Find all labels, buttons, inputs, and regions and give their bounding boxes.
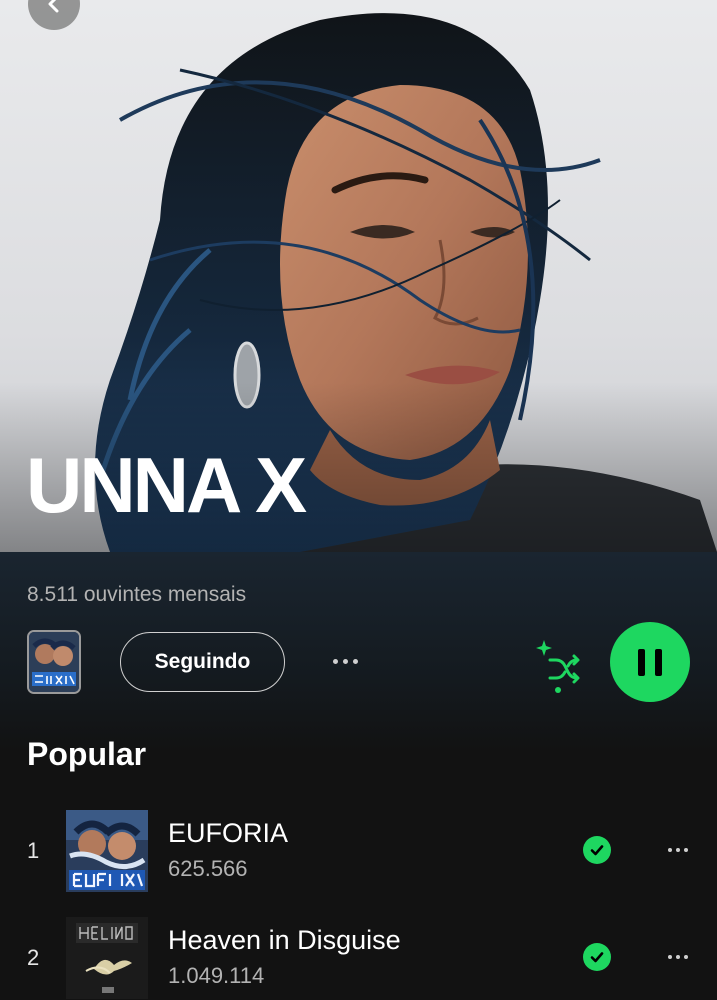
track-cover bbox=[66, 810, 148, 892]
pause-icon bbox=[638, 648, 645, 676]
more-dot bbox=[342, 658, 348, 664]
more-horizontal-icon bbox=[668, 955, 672, 959]
saved-button[interactable] bbox=[583, 943, 611, 971]
track-title: Heaven in Disguise bbox=[168, 925, 401, 955]
track-row[interactable]: 2 Heaven in Disguise 1.049.114 bbox=[0, 915, 717, 999]
artist-content: 8.511 ouvintes mensais Seguindo Popular … bbox=[0, 552, 717, 1000]
more-dot bbox=[676, 955, 680, 959]
follow-button[interactable]: Seguindo bbox=[120, 632, 285, 692]
check-circle-icon bbox=[590, 952, 604, 963]
track-rank: 1 bbox=[27, 838, 40, 863]
more-dot bbox=[676, 848, 680, 852]
more-dot bbox=[684, 848, 688, 852]
more-options-button[interactable] bbox=[325, 646, 365, 676]
action-bar: Seguindo bbox=[0, 622, 717, 702]
track-more-button[interactable] bbox=[660, 838, 696, 862]
track-play-count: 625.566 bbox=[168, 856, 248, 881]
pause-button[interactable] bbox=[610, 622, 690, 702]
more-horizontal-icon bbox=[332, 658, 338, 664]
popular-section-title: Popular bbox=[27, 736, 147, 772]
pause-icon-bar bbox=[655, 648, 662, 676]
chevron-left-icon bbox=[48, 0, 59, 13]
smart-shuffle-button[interactable] bbox=[532, 638, 584, 694]
euforia-cover-art bbox=[66, 810, 148, 892]
artist-pick-cover[interactable] bbox=[27, 630, 81, 694]
more-dot bbox=[684, 955, 688, 959]
track-more-button[interactable] bbox=[660, 945, 696, 969]
smart-shuffle-icon bbox=[536, 640, 580, 693]
monthly-listeners: 8.511 ouvintes mensais bbox=[27, 583, 247, 606]
check-circle-icon bbox=[590, 845, 604, 856]
track-rank: 2 bbox=[27, 945, 40, 970]
album-art bbox=[29, 632, 79, 692]
more-dot bbox=[352, 658, 358, 664]
artist-header-image: UNNA X bbox=[0, 0, 717, 552]
saved-button[interactable] bbox=[583, 836, 611, 864]
track-play-count: 1.049.114 bbox=[168, 963, 265, 988]
heaven-in-disguise-cover-art bbox=[66, 917, 148, 999]
artist-name: UNNA X bbox=[26, 441, 307, 529]
more-horizontal-icon bbox=[668, 848, 672, 852]
track-title: EUFORIA bbox=[168, 818, 289, 848]
track-row[interactable]: 1 EUFORIA 625.566 bbox=[0, 808, 717, 892]
track-cover bbox=[66, 917, 148, 999]
